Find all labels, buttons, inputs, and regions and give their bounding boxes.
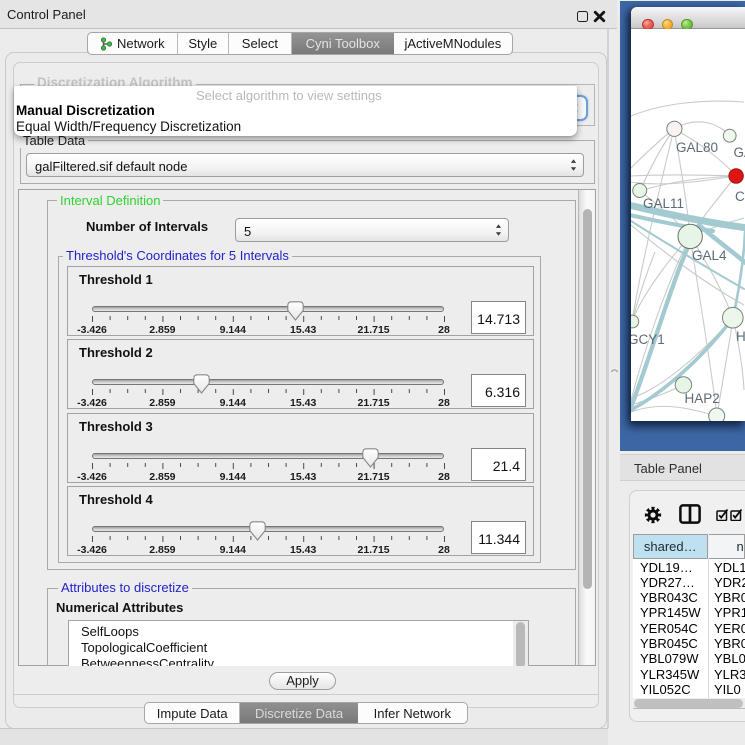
svg-text:HAP2: HAP2 — [685, 391, 720, 406]
svg-text:GCY1: GCY1 — [631, 332, 665, 347]
svg-text:GA: GA — [734, 145, 745, 160]
svg-text:C: C — [735, 189, 745, 204]
svg-text:GAL80: GAL80 — [676, 140, 718, 155]
svg-text:H: H — [736, 329, 745, 344]
svg-text:GAL11: GAL11 — [643, 196, 684, 211]
svg-text:GAL4: GAL4 — [692, 248, 727, 263]
